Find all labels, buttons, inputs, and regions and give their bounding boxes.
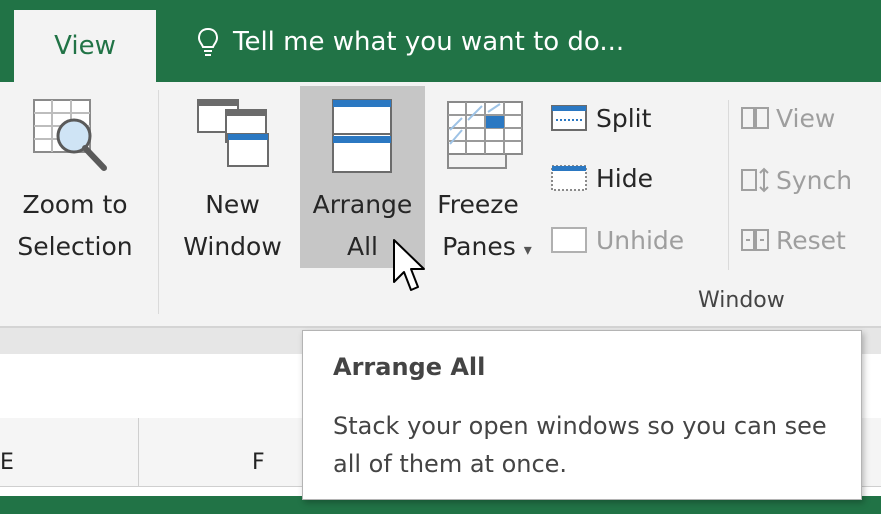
split-button[interactable]: Split: [550, 98, 680, 138]
freeze-panes-dropdown-icon[interactable]: ▾: [524, 240, 532, 259]
synchronous-scrolling-label: Synch: [776, 165, 853, 195]
lightbulb-icon: [197, 27, 219, 56]
freeze-panes-label-2-wrap: Panes ▾: [428, 226, 546, 271]
column-divider: [138, 418, 139, 486]
freeze-panes-icon: [447, 101, 523, 169]
tell-me-search[interactable]: Tell me what you want to do...: [197, 20, 624, 64]
zoom-to-selection-label-1: Zoom to: [22, 190, 128, 219]
tooltip-title: Arrange All: [333, 353, 486, 381]
split-icon: [551, 105, 587, 131]
new-window-button[interactable]: New Window: [170, 86, 295, 268]
separator: [728, 100, 729, 270]
arrange-all-icon: [332, 99, 392, 173]
unhide-button: Unhide: [550, 220, 720, 260]
freeze-panes-label-2: Panes: [442, 232, 516, 261]
new-window-label-1: New: [205, 190, 260, 219]
unhide-label: Unhide: [596, 225, 685, 255]
group-separator: [158, 90, 159, 314]
tooltip-description: Stack your open windows so you can see a…: [333, 412, 827, 478]
hide-button[interactable]: Hide: [550, 158, 680, 198]
column-header-e[interactable]: E: [0, 450, 14, 475]
view-side-by-side-button: View: [740, 98, 881, 138]
synchronous-scrolling-icon: [741, 167, 769, 193]
freeze-panes-label-1: Freeze: [437, 190, 519, 219]
reset-window-position-label: Reset: [776, 225, 846, 255]
zoom-to-selection-button[interactable]: Zoom to Selection: [0, 86, 150, 268]
tell-me-text: Tell me what you want to do...: [233, 27, 625, 57]
split-label: Split: [596, 103, 652, 133]
reset-window-position-button: Reset: [740, 220, 881, 260]
zoom-to-selection-label-2: Selection: [17, 232, 133, 261]
freeze-panes-button[interactable]: Freeze Panes ▾: [428, 86, 546, 268]
tab-view[interactable]: View: [14, 10, 156, 82]
new-window-icon: [197, 99, 269, 167]
column-header-f[interactable]: F: [252, 450, 265, 475]
arrange-all-tooltip: Arrange All Stack your open windows so y…: [302, 330, 862, 500]
arrange-all-label-1: Arrange: [312, 190, 413, 219]
hide-label: Hide: [596, 163, 653, 193]
view-side-by-side-icon: [741, 107, 769, 129]
synchronous-scrolling-button: Synch: [740, 160, 881, 200]
new-window-label-2: Window: [183, 232, 282, 261]
unhide-icon: [551, 227, 587, 253]
view-side-by-side-label: View: [776, 103, 836, 133]
mouse-cursor-icon: [393, 239, 425, 291]
zoom-selection-icon: [33, 99, 107, 171]
group-label-window: Window: [698, 288, 785, 313]
reset-window-position-icon: [741, 229, 769, 251]
hide-icon: [551, 165, 587, 191]
